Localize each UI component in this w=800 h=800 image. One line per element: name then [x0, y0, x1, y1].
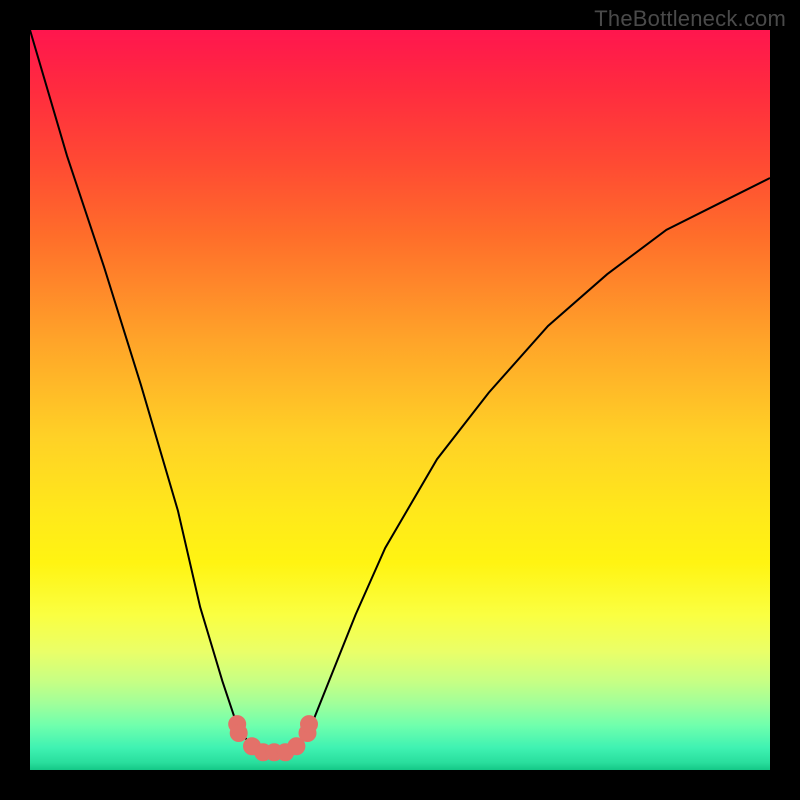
marker-group [229, 716, 318, 761]
curve-layer [30, 30, 770, 770]
plot-area [30, 30, 770, 770]
bottleneck-curve [30, 30, 770, 755]
chart-frame: TheBottleneck.com [0, 0, 800, 800]
marker-point [301, 716, 318, 733]
watermark-text: TheBottleneck.com [594, 6, 786, 32]
marker-point [230, 725, 247, 742]
